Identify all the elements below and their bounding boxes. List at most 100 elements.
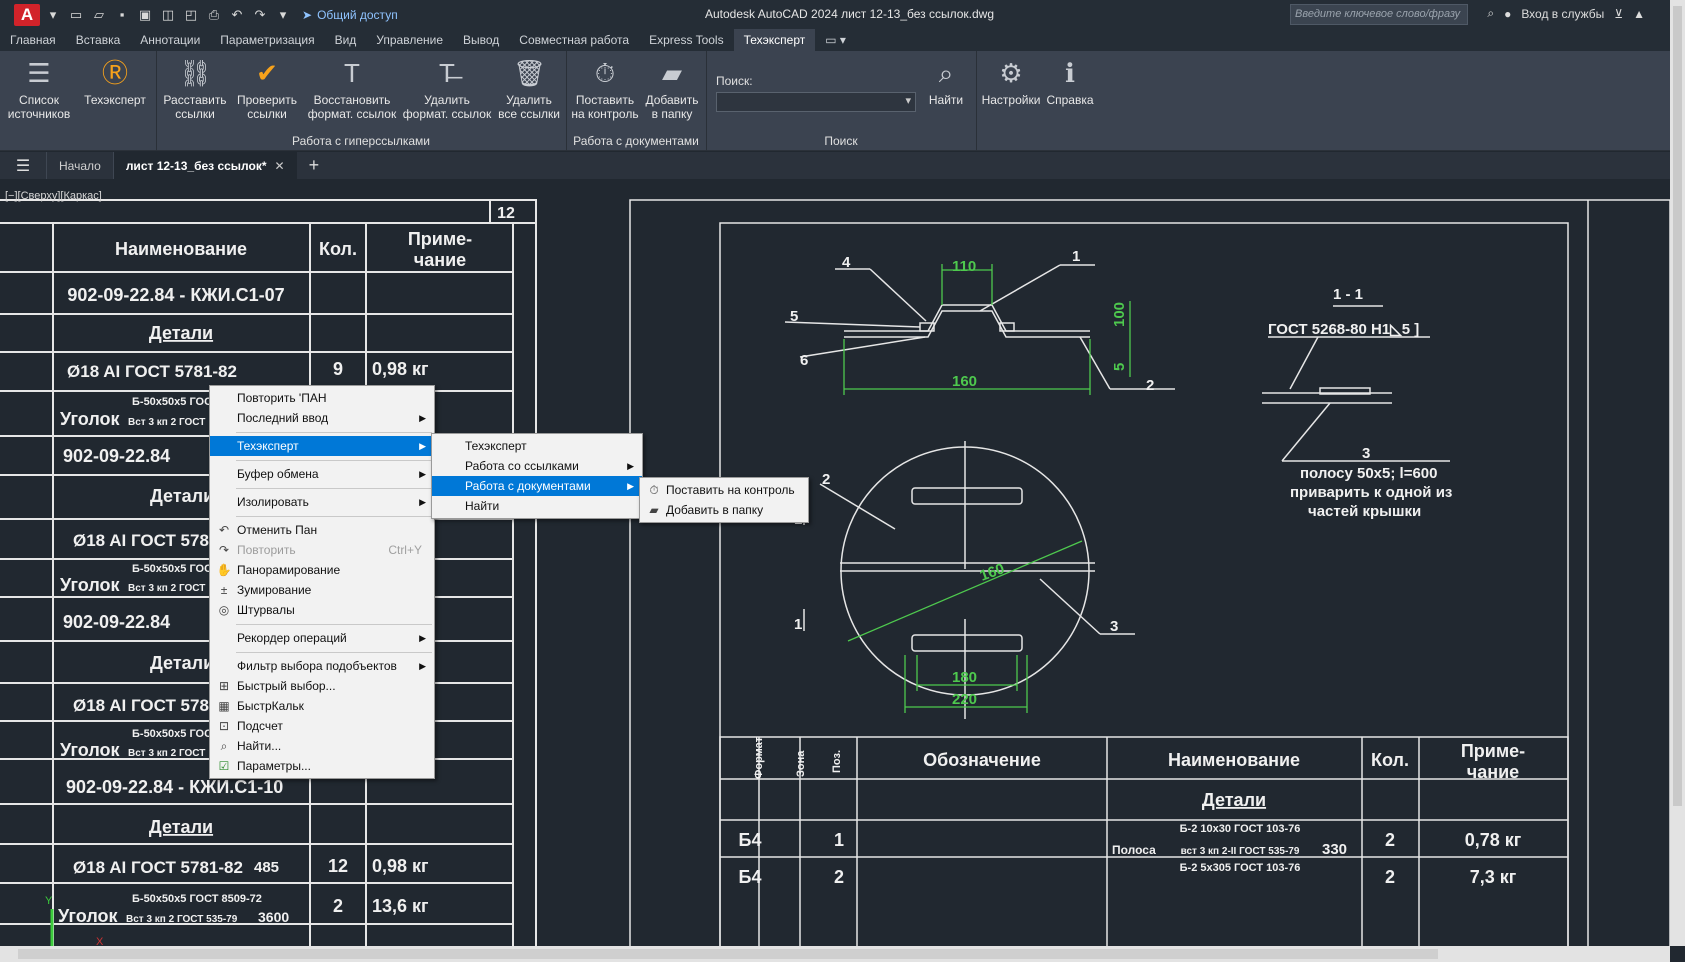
horizontal-scroll-thumb[interactable] <box>18 949 1438 959</box>
restore-link-format-button[interactable]: T Восстановить формат. ссылок <box>306 55 398 121</box>
panel-toggle-icon[interactable]: ▭ ▾ <box>815 29 856 51</box>
menu-item-zoom[interactable]: ± Зумирование <box>210 580 434 600</box>
svg-text:3: 3 <box>1362 445 1370 462</box>
menu-item-recent-input[interactable]: Последний ввод ▶ <box>210 408 434 428</box>
place-links-button[interactable]: ⛓ Расставить ссылки <box>160 55 230 121</box>
remove-all-links-button[interactable]: 🗑 Удалить все ссылки <box>496 55 562 121</box>
menu-item-steering-wheels[interactable]: ◎ Штурвалы <box>210 600 434 620</box>
submenu-item-document-work[interactable]: Работа с документами ▶ <box>432 476 642 496</box>
menu-item-pan[interactable]: ✋ Панорамирование <box>210 560 434 580</box>
put-on-control-button[interactable]: ⏱ Поставить на контроль <box>570 55 640 121</box>
menu-item-isolate[interactable]: Изолировать ▶ <box>210 492 434 512</box>
menu-item-count[interactable]: ⊡ Подсчет <box>210 716 434 736</box>
vertical-scrollbar[interactable] <box>1670 0 1685 946</box>
svg-text:160: 160 <box>952 373 977 390</box>
cart-icon[interactable]: ⊻ <box>1614 7 1623 21</box>
submenu-item-techexpert[interactable]: Техэксперт <box>432 436 642 456</box>
menu-item-clipboard[interactable]: Буфер обмена ▶ <box>210 464 434 484</box>
tab-output[interactable]: Вывод <box>453 29 509 51</box>
file-tab-start[interactable]: Начало <box>46 152 113 179</box>
svg-text:1: 1 <box>834 830 844 850</box>
submenu-item-find[interactable]: Найти <box>432 496 642 516</box>
keyword-search-input[interactable]: Введите ключевое слово/фразу <box>1290 4 1468 25</box>
close-icon[interactable]: ✕ <box>275 159 285 173</box>
new-tab-icon[interactable]: + <box>297 155 332 176</box>
share-button[interactable]: ➤ Общий доступ <box>302 8 398 22</box>
menu-item-quick-select[interactable]: ⊞ Быстрый выбор... <box>210 676 434 696</box>
quick-select-icon: ⊞ <box>218 679 230 693</box>
tab-insert[interactable]: Вставка <box>66 29 131 51</box>
techexpert-button[interactable]: Ⓡ Техэксперт <box>80 55 150 107</box>
svg-text:Полоса: Полоса <box>1112 843 1156 857</box>
menu-item-action-recorder[interactable]: Рекордер операций ▶ <box>210 628 434 648</box>
section-details-2: Детали <box>150 486 214 506</box>
panel-label-hyperlinks: Работа с гиперссылками <box>292 134 430 148</box>
svg-text:приварить к одной из: приварить к одной из <box>1290 484 1452 501</box>
hamburger-menu-icon[interactable]: ☰ <box>0 156 46 176</box>
file-tab-active[interactable]: лист 12-13_без ссылок* ✕ <box>112 152 297 179</box>
dropdown-arrow-icon[interactable]: ▾ <box>46 7 60 23</box>
menu-item-options[interactable]: ☑ Параметры... <box>210 756 434 776</box>
tab-express-tools[interactable]: Express Tools <box>639 29 733 51</box>
menu-item-undo-pan[interactable]: ↶ Отменить Пан <box>210 520 434 540</box>
submenu-item-link-work[interactable]: Работа со ссылками ▶ <box>432 456 642 476</box>
list-icon: ☰ <box>27 58 51 88</box>
autocad-logo[interactable]: A <box>14 3 40 26</box>
autodesk-icon[interactable]: ▲ <box>1633 7 1645 21</box>
page-number: 12 <box>497 205 515 222</box>
menu-item-redo[interactable]: ↷ Повторить Ctrl+Y <box>210 540 434 560</box>
menu-item-repeat-pan[interactable]: Повторить 'ПАН <box>210 388 434 408</box>
svg-text:180: 180 <box>952 669 977 686</box>
svg-text:Детали: Детали <box>1202 790 1266 810</box>
settings-button[interactable]: ⚙ Настройки <box>980 55 1042 107</box>
check-links-button[interactable]: ✔ Проверить ссылки <box>232 55 302 121</box>
horizontal-scrollbar[interactable] <box>0 946 1670 962</box>
save-as-icon[interactable]: ▣ <box>138 7 152 23</box>
tab-annotate[interactable]: Аннотации <box>130 29 210 51</box>
menu-item-find[interactable]: ⌕ Найти... <box>210 736 434 756</box>
svg-text:Формат: Формат <box>753 736 765 779</box>
svg-text:Поз.: Поз. <box>831 750 843 773</box>
row-mark-2: 902-09-22.84 <box>63 446 170 466</box>
tab-techexpert[interactable]: Техэксперт <box>733 29 816 51</box>
tab-view[interactable]: Вид <box>325 29 367 51</box>
quick-access-toolbar: ▾ ▭ ▱ ▪ ▣ ◫ ◰ ⎙ ↶ ↷ ▾ <box>46 7 290 23</box>
folder-icon: ▰ <box>662 58 682 88</box>
viewport-controls[interactable]: [−][Сверху][Каркас] <box>5 190 102 202</box>
submenu-item-add-to-folder[interactable]: ▰ Добавить в папку <box>640 500 808 520</box>
find-button[interactable]: ⌕ Найти <box>920 55 972 107</box>
menu-separator <box>236 516 432 517</box>
steering-wheel-icon: ◎ <box>218 603 230 617</box>
menu-item-subobject-filter[interactable]: Фильтр выбора подобъектов ▶ <box>210 656 434 676</box>
tab-home[interactable]: Главная <box>0 29 66 51</box>
sources-list-button[interactable]: ☰ Список источников <box>4 55 74 121</box>
row-note-5: 13,6 кг <box>372 896 429 916</box>
menu-item-quickcalc[interactable]: ▦ БыстрКальк <box>210 696 434 716</box>
tab-parametric[interactable]: Параметризация <box>210 29 324 51</box>
undo-icon: ↶ <box>218 523 230 537</box>
share-icon: ➤ <box>302 7 313 22</box>
customize-icon[interactable]: ▾ <box>276 7 290 23</box>
redo-icon[interactable]: ↷ <box>253 7 267 23</box>
undo-icon[interactable]: ↶ <box>230 7 244 23</box>
search-combobox[interactable] <box>716 92 916 112</box>
chevron-right-icon: ▶ <box>419 413 426 423</box>
save-icon[interactable]: ▪ <box>115 7 129 22</box>
add-to-folder-button[interactable]: ▰ Добавить в папку <box>642 55 702 121</box>
new-file-icon[interactable]: ▭ <box>69 7 83 23</box>
remove-link-format-button[interactable]: T̶ Удалить формат. ссылок <box>402 55 492 121</box>
vertical-scroll-thumb[interactable] <box>1673 6 1682 806</box>
svg-text:2: 2 <box>1385 830 1395 850</box>
menu-item-techexpert[interactable]: Техэксперт ▶ <box>210 436 434 456</box>
text-format-icon: T <box>344 58 360 88</box>
search-icon[interactable]: ⌕ <box>1487 6 1494 21</box>
web-open-icon[interactable]: ◫ <box>161 7 175 23</box>
plot-icon[interactable]: ⎙ <box>207 7 221 23</box>
tab-manage[interactable]: Управление <box>366 29 453 51</box>
signin-button[interactable]: Вход в службы <box>1521 7 1604 21</box>
help-button[interactable]: ℹ Справка <box>1042 55 1098 107</box>
web-save-icon[interactable]: ◰ <box>184 7 198 23</box>
open-folder-icon[interactable]: ▱ <box>92 7 106 23</box>
submenu-item-put-on-control[interactable]: ⏱ Поставить на контроль <box>640 480 808 500</box>
tab-collaborate[interactable]: Совместная работа <box>509 29 639 51</box>
